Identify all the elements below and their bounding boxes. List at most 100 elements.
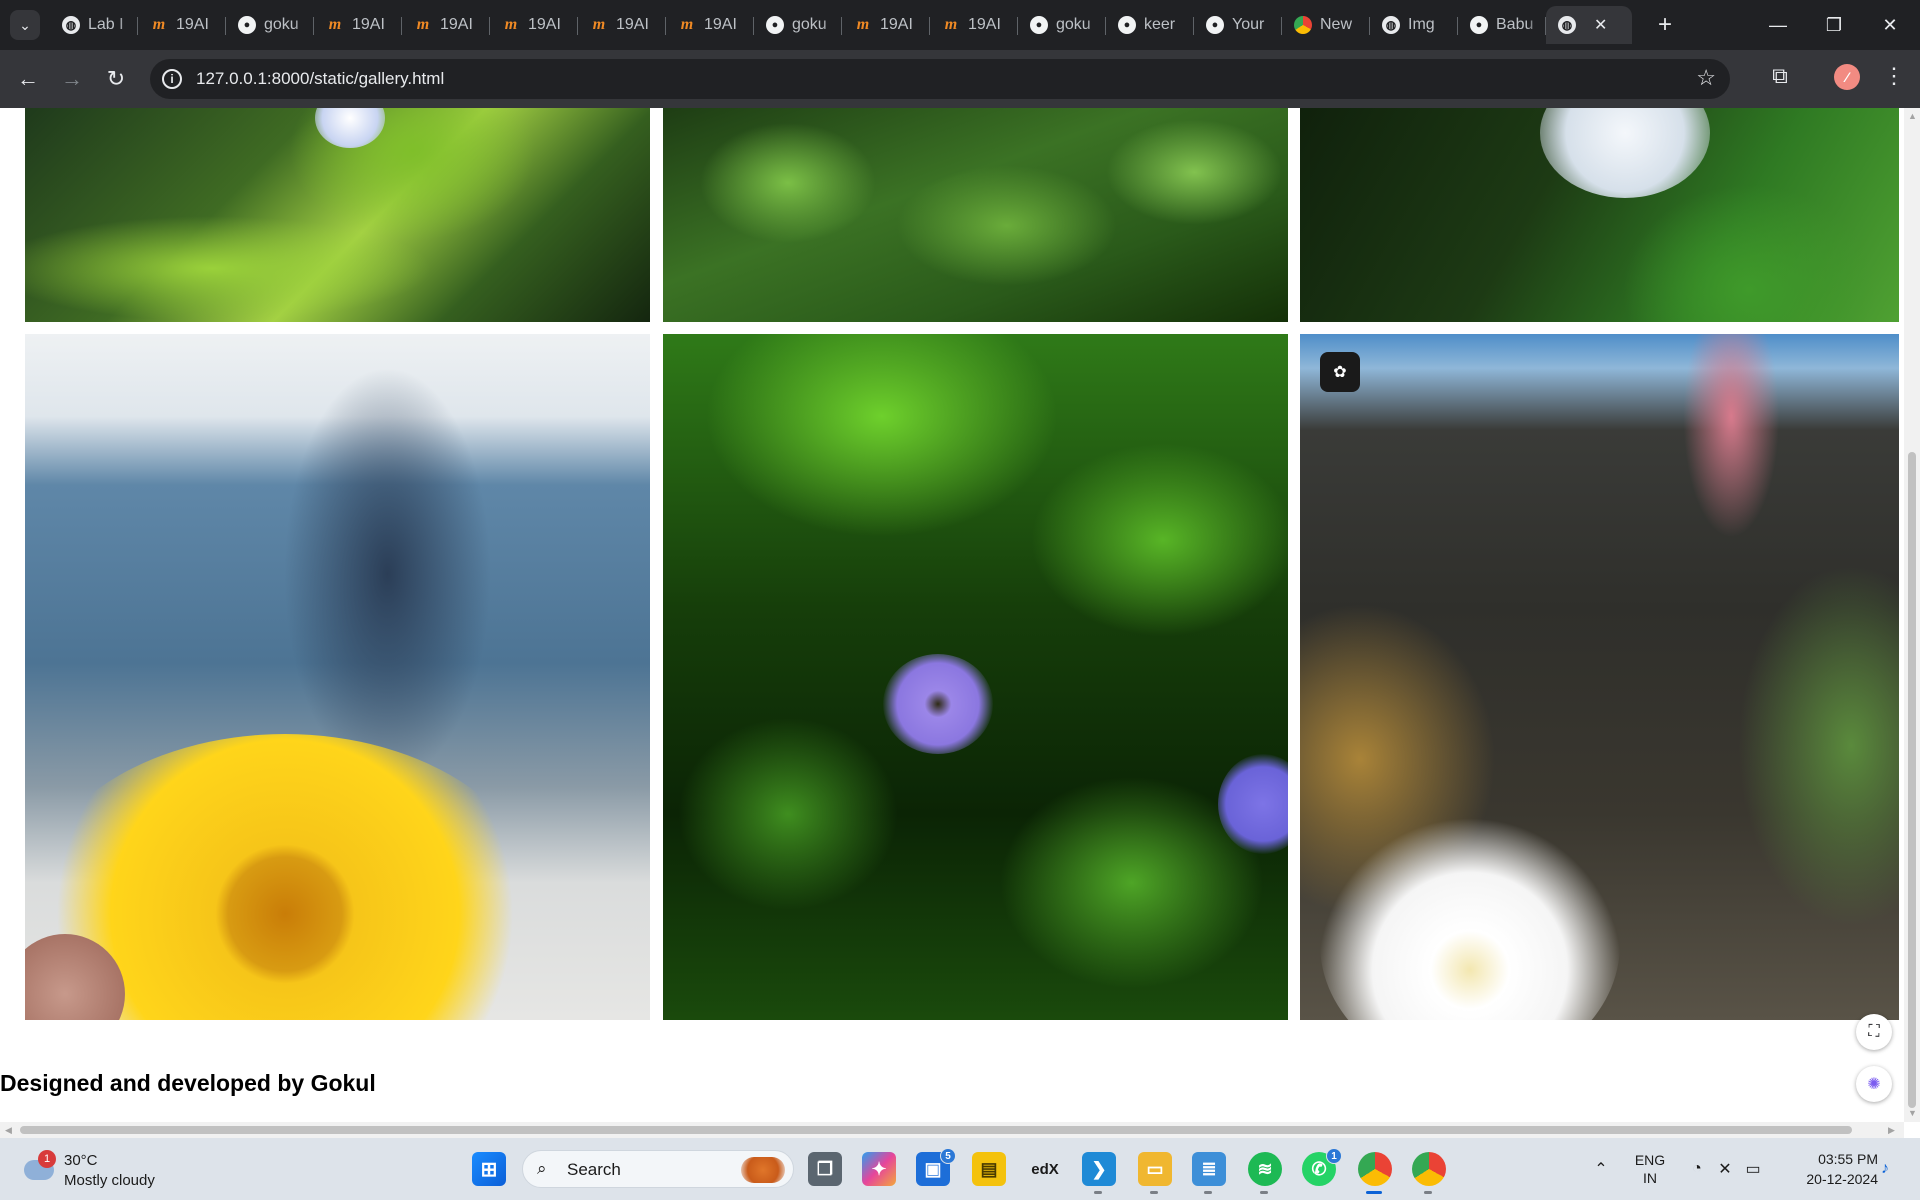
weather-badge: 1 <box>38 1150 56 1168</box>
battery-icon[interactable]: ▭ <box>1740 1138 1766 1200</box>
running-indicator <box>1260 1191 1268 1194</box>
whatsapp-icon[interactable]: ✆ 1 <box>1302 1148 1342 1186</box>
screen-capture-icon[interactable]: ⛶ <box>1856 1014 1892 1050</box>
taskbar-search-box[interactable]: ⌕ Search <box>522 1150 794 1188</box>
tab[interactable]: ● goku <box>1018 6 1106 44</box>
tab-title: 19AI <box>440 16 473 33</box>
tab[interactable]: ● goku <box>226 6 314 44</box>
tab-title: 19AI <box>352 16 385 33</box>
gallery-image[interactable] <box>1300 108 1899 322</box>
chrome-icon <box>1294 16 1312 34</box>
vertical-scroll-thumb[interactable] <box>1908 452 1916 1108</box>
chrome-icon[interactable] <box>1358 1152 1392 1194</box>
clock[interactable]: 03:55 PM 20-12-2024 <box>1772 1138 1878 1200</box>
bookmark-star-icon[interactable]: ☆ <box>1696 65 1716 91</box>
language-line1: ENG <box>1634 1152 1666 1168</box>
gallery-image[interactable] <box>25 108 650 322</box>
scroll-left-arrow-icon[interactable]: ◀ <box>5 1125 12 1136</box>
gallery-image[interactable] <box>663 334 1288 1020</box>
close-tab-icon[interactable]: ✕ <box>1594 15 1607 35</box>
tab[interactable]: ● goku <box>754 6 842 44</box>
more-menu-icon[interactable]: ⋮ <box>1880 62 1908 90</box>
forward-arrow-icon[interactable]: → <box>56 63 88 95</box>
github-icon: ● <box>1030 16 1048 34</box>
tab-title: 19AI <box>968 16 1001 33</box>
running-indicator <box>1424 1191 1432 1194</box>
coursera-icon: m <box>680 16 694 33</box>
tab-search-chevron-icon[interactable]: ⌄ <box>10 10 40 40</box>
reload-icon[interactable]: ↻ <box>100 63 132 95</box>
active-window-indicator <box>1366 1191 1382 1194</box>
address-bar[interactable]: i 127.0.0.1:8000/static/gallery.html ☆ <box>150 59 1730 99</box>
horizontal-scroll-thumb[interactable] <box>20 1126 1852 1134</box>
footer-credit: Designed and developed by Gokul <box>0 1070 376 1096</box>
tab-title: Img <box>1408 16 1435 33</box>
wifi-icon[interactable]: ◔ <box>1684 1138 1710 1200</box>
tab[interactable]: m 19AI <box>842 6 930 44</box>
edx-icon[interactable]: edX <box>1028 1152 1062 1186</box>
speaker-muted-icon[interactable]: ✕ <box>1712 1138 1738 1200</box>
microsoft-store-icon[interactable]: ▣ 5 <box>916 1148 956 1186</box>
tab[interactable]: ● keer <box>1106 6 1194 44</box>
minimize-icon[interactable]: — <box>1750 0 1806 50</box>
copilot-icon[interactable]: ✦ <box>862 1152 896 1186</box>
profile-avatar[interactable]: ⁄ <box>1834 64 1860 90</box>
weather-condition: Mostly cloudy <box>64 1172 155 1189</box>
language-indicator[interactable]: ENG IN <box>1628 1138 1672 1200</box>
gallery-image[interactable] <box>663 108 1288 322</box>
site-info-icon[interactable]: i <box>162 69 182 89</box>
tab[interactable]: m 19AI <box>490 6 578 44</box>
scroll-down-arrow-icon[interactable]: ▼ <box>1908 1108 1917 1118</box>
horizontal-scrollbar[interactable]: ◀ ▶ <box>0 1122 1904 1138</box>
windows-start-icon[interactable]: ⊞ <box>472 1152 506 1186</box>
address-url[interactable]: 127.0.0.1:8000/static/gallery.html <box>196 69 444 89</box>
tab[interactable]: ● Your <box>1194 6 1282 44</box>
tab[interactable]: m 19AI <box>314 6 402 44</box>
task-view-icon[interactable]: ❐ <box>808 1152 842 1186</box>
show-hidden-icons-chevron-icon[interactable]: ⌃ <box>1586 1138 1616 1200</box>
gallery-image[interactable] <box>25 334 650 1020</box>
gallery-image[interactable] <box>1300 334 1899 1020</box>
tab[interactable]: ● Babu <box>1458 6 1546 44</box>
coursera-icon: m <box>592 16 606 33</box>
white-flower <box>1320 814 1620 1020</box>
globe-icon: ◍ <box>62 16 80 34</box>
visual-search-brain-icon[interactable]: ✿ <box>1320 352 1360 392</box>
tab-strip: ⌄ ◍ Lab I m 19AI ● goku m 19AI m 19AI m 19AI m… <box>0 0 1920 50</box>
tab[interactable]: m 19AI <box>138 6 226 44</box>
tab[interactable]: m 19AI <box>930 6 1018 44</box>
tab[interactable]: ◍ Lab I <box>50 6 138 44</box>
file-explorer-icon[interactable]: ▭ <box>1138 1152 1172 1194</box>
tab[interactable]: m 19AI <box>578 6 666 44</box>
notepad-icon[interactable]: ≣ <box>1192 1152 1226 1194</box>
tab[interactable]: m 19AI <box>666 6 754 44</box>
scroll-up-arrow-icon[interactable]: ▲ <box>1908 111 1917 121</box>
restore-icon[interactable]: ❐ <box>1806 0 1862 50</box>
tab[interactable]: New <box>1282 6 1370 44</box>
running-indicator <box>1150 1191 1158 1194</box>
coursera-icon: m <box>944 16 958 33</box>
tab[interactable]: ◍ Img <box>1370 6 1458 44</box>
extensions-puzzle-icon[interactable]: ⧉ <box>1766 62 1794 90</box>
tab-title: goku <box>264 16 299 33</box>
tab-title: 19AI <box>616 16 649 33</box>
back-arrow-icon[interactable]: ← <box>12 63 44 95</box>
vertical-scrollbar[interactable]: ▲ ▼ <box>1904 108 1920 1122</box>
tab-title: goku <box>792 16 827 33</box>
ai-assistant-brain-icon[interactable]: ✺ <box>1856 1066 1892 1102</box>
tab-active[interactable]: ◍ ✕ <box>1546 6 1632 44</box>
weather-widget[interactable]: 1 30°C Mostly cloudy <box>20 1148 170 1190</box>
github-icon: ● <box>1470 16 1488 34</box>
scroll-right-arrow-icon[interactable]: ▶ <box>1888 1125 1895 1136</box>
notification-bell-icon[interactable]: ♪ <box>1872 1138 1898 1200</box>
weather-temperature: 30°C <box>64 1152 98 1169</box>
spotify-icon[interactable]: ≋ <box>1248 1152 1282 1194</box>
sticky-notes-icon[interactable]: ▤ <box>972 1152 1006 1186</box>
close-window-icon[interactable]: ✕ <box>1862 0 1918 50</box>
new-tab-button[interactable]: + <box>1650 10 1680 40</box>
vscode-icon[interactable]: ❯ <box>1082 1152 1116 1194</box>
tab[interactable]: m 19AI <box>402 6 490 44</box>
globe-icon: ◍ <box>1382 16 1400 34</box>
violet-flower <box>1218 754 1288 854</box>
chrome-icon[interactable] <box>1412 1152 1446 1194</box>
